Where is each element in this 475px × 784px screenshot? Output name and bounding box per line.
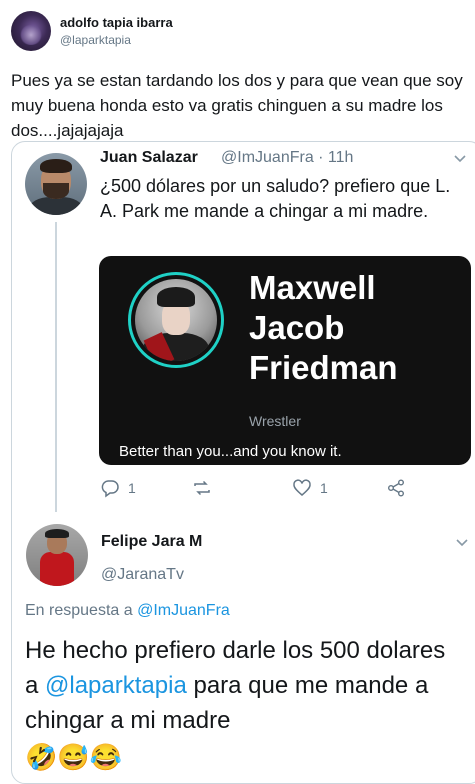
profile-card-name: Maxwell Jacob Friedman [249,269,398,386]
thread-line [55,222,57,512]
mention-link[interactable]: @laparktapia [45,672,187,699]
share-icon[interactable] [386,478,406,498]
reply-author-handle[interactable]: @JaranaTv [101,566,184,584]
author-name[interactable]: adolfo tapia ibarra [60,15,173,30]
profile-card-bio: Better than you...and you know it. [119,443,342,460]
replying-to: En respuesta a @ImJuanFra [25,602,230,620]
profile-card-role: Wrestler [249,413,301,429]
replying-to-link[interactable]: @ImJuanFra [137,602,230,619]
quoted-author-avatar[interactable] [25,153,87,215]
heart-icon[interactable] [292,478,312,498]
reply-icon[interactable] [100,478,120,498]
reply-text: He hecho prefiero darle los 500 dolares … [25,633,465,738]
reply-author-name[interactable]: Felipe Jara M [101,533,202,551]
author-handle[interactable]: @laparktapia [60,33,131,47]
quoted-tweet-text: ¿500 dólares por un saludo? prefiero que… [100,176,451,221]
chevron-down-icon[interactable] [454,534,470,550]
replying-to-prefix: En respuesta a [25,602,138,619]
reply-author-avatar[interactable] [26,524,88,586]
quoted-author-handle[interactable]: @ImJuanFra · 11h [221,149,353,167]
like-count: 1 [320,480,328,496]
reply-count: 1 [128,480,136,496]
tweet-text: Pues ya se estan tardando los dos y para… [11,71,463,140]
reply-emojis: 🤣😅😂 [25,742,123,772]
quoted-author-name[interactable]: Juan Salazar [100,149,198,167]
retweet-icon[interactable] [192,478,212,498]
chevron-down-icon[interactable] [452,150,468,166]
author-avatar[interactable] [11,11,51,51]
profile-photo [135,279,217,361]
